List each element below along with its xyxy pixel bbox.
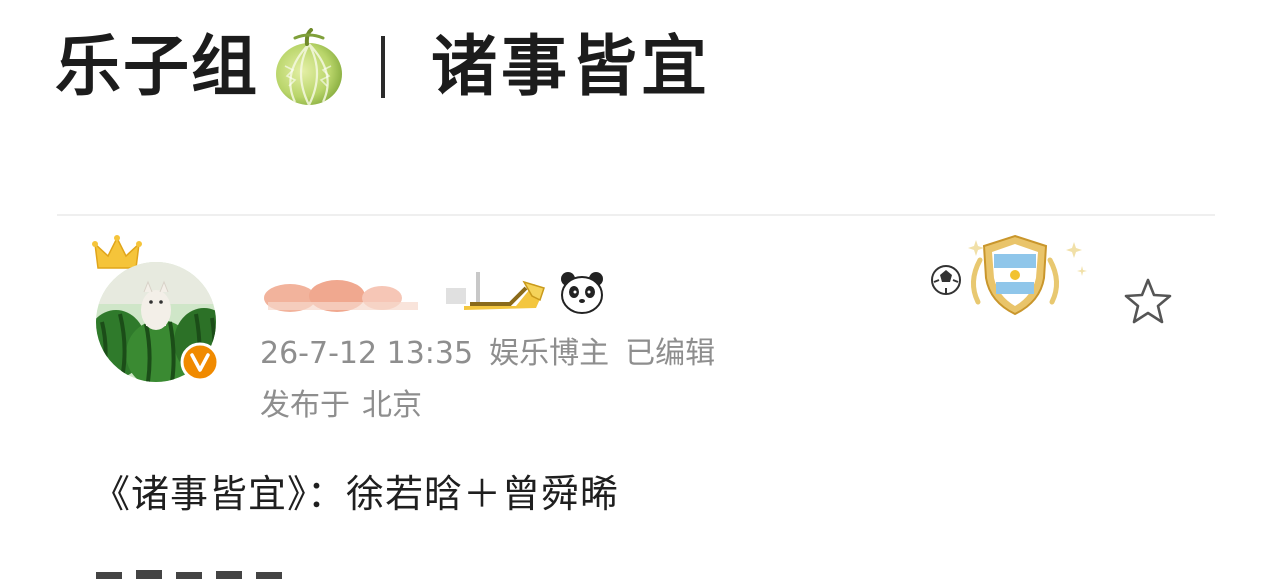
panda-icon <box>561 272 603 314</box>
author-avatar-group[interactable] <box>88 232 238 392</box>
page-header: 乐子组 诸事皆宜 <box>55 22 711 112</box>
post-content: 《诸事皆宜》：徐若晗＋曾舜晞 <box>92 472 620 516</box>
username-redacted <box>264 280 418 312</box>
melon-icon <box>276 28 342 106</box>
page-title: 诸事皆宜 <box>431 28 711 105</box>
header-separator <box>381 36 385 98</box>
orange-v-icon <box>180 342 220 382</box>
level-badge-icon <box>446 272 545 310</box>
group-name: 乐子组 <box>55 28 259 105</box>
author-username[interactable] <box>262 270 606 314</box>
location-prefix: 发布于 <box>260 388 350 423</box>
truncated-text-line <box>96 570 282 579</box>
star-icon[interactable] <box>1122 276 1174 326</box>
edited-label: 已编辑 <box>625 336 716 371</box>
post-meta: 26-7-12 13:35 娱乐博主 已编辑 <box>260 332 731 376</box>
location-value: 北京 <box>362 388 422 423</box>
divider <box>57 214 1215 216</box>
post-timestamp: 26-7-12 13:35 <box>260 336 474 371</box>
argentina-shield-badge-icon[interactable] <box>928 232 1090 322</box>
post-location: 发布于 北京 <box>260 384 434 428</box>
author-type: 娱乐博主 <box>489 336 610 371</box>
